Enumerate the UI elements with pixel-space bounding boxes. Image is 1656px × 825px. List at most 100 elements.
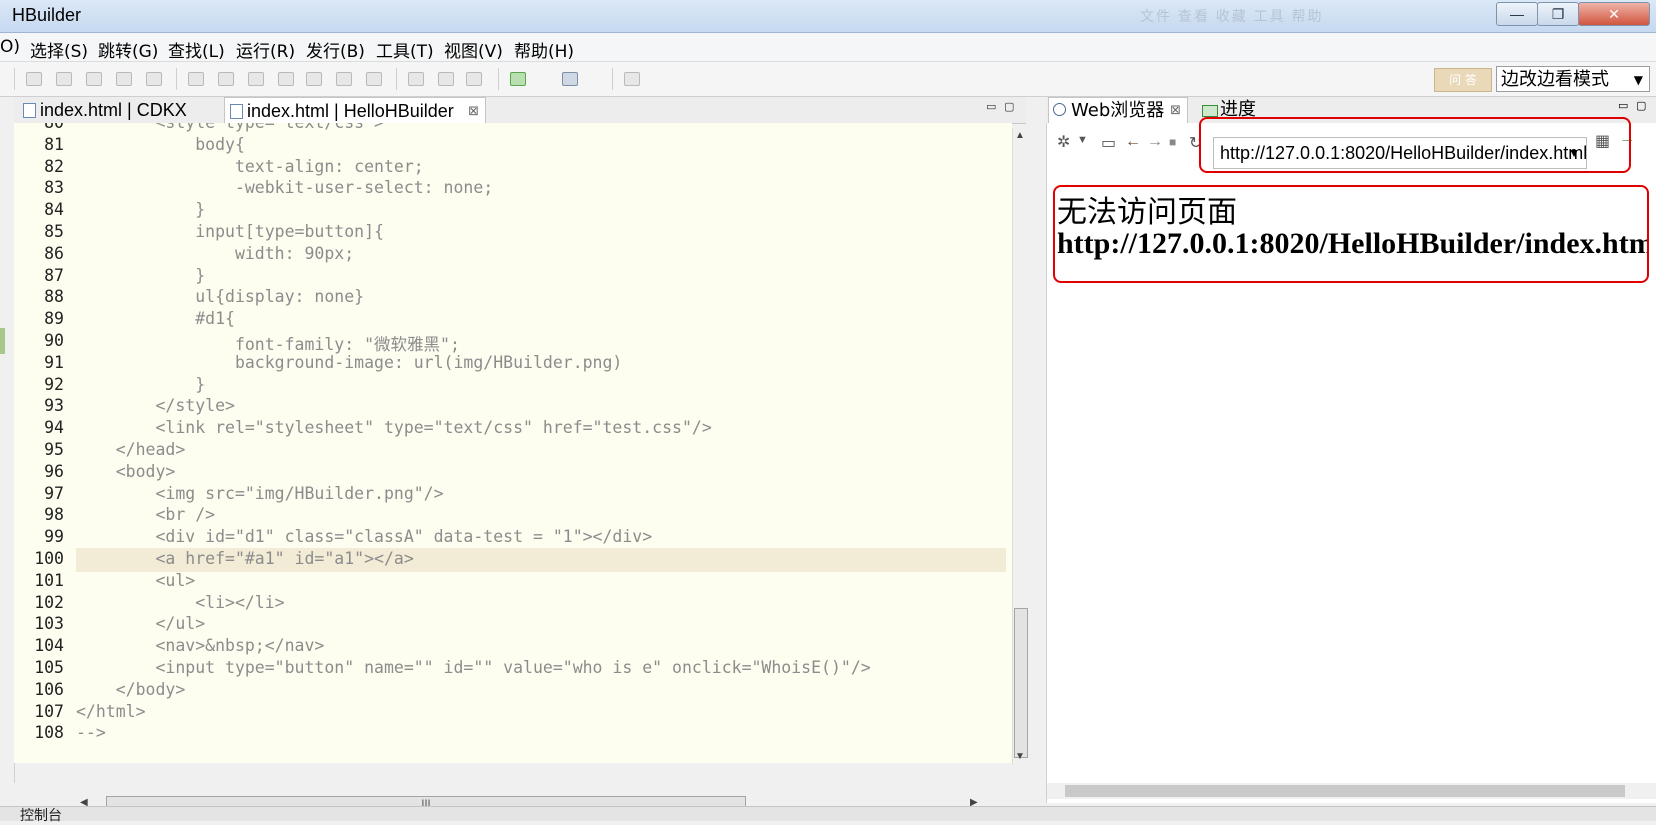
menu-item-tools[interactable]: 工具(T) <box>376 37 434 62</box>
close-button[interactable]: ✕ <box>1578 2 1650 26</box>
close-tab-icon[interactable]: ⊠ <box>468 98 479 124</box>
code-line[interactable]: 92 } <box>14 375 1012 399</box>
menu-item-help[interactable]: 帮助(H) <box>514 37 574 62</box>
editor-vertical-scrollbar[interactable]: ▲ ▼ <box>1012 128 1029 764</box>
code-line[interactable]: 104 <nav>&nbsp;</nav> <box>14 636 1012 660</box>
tab-index-hellohbuilder[interactable]: index.html | HelloHBuilder ⊠ <box>224 97 486 123</box>
line-number: 106 <box>34 679 64 699</box>
maximize-button[interactable]: ❐ <box>1537 2 1579 26</box>
menu-item-run[interactable]: 运行(R) <box>236 37 295 62</box>
line-number: 103 <box>34 614 64 634</box>
view-mode-select[interactable]: 边改边看模式 ▼ <box>1496 66 1650 92</box>
code-line[interactable]: 87 } <box>14 266 1012 290</box>
font-larger-icon[interactable] <box>438 72 454 86</box>
menu-item-view[interactable]: 视图(V) <box>444 37 503 62</box>
menu-item-find[interactable]: 查找(L) <box>168 37 225 62</box>
globe-icon <box>1053 103 1066 116</box>
align-center-icon[interactable] <box>56 72 72 86</box>
code-text: } <box>76 374 206 394</box>
scroll-up-icon[interactable]: ▲ <box>1015 130 1025 141</box>
browser-horizontal-scrollbar[interactable] <box>1047 783 1656 799</box>
tab-console[interactable]: 控制台 <box>20 805 62 825</box>
chevron-down-icon[interactable]: ▼ <box>1077 134 1088 146</box>
run-icon[interactable] <box>510 72 526 86</box>
bookmark-icon[interactable] <box>188 72 204 86</box>
menu-item-publish[interactable]: 发行(B) <box>306 37 365 62</box>
tab-web-browser[interactable]: Web浏览器 ⊠ <box>1048 97 1188 123</box>
line-number: 85 <box>44 222 64 241</box>
format-icon[interactable] <box>336 72 352 86</box>
comment-icon[interactable] <box>366 72 382 86</box>
code-line[interactable]: 86 width: 90px; <box>14 244 1012 268</box>
code-line[interactable]: 95 </head> <box>14 440 1012 464</box>
tab-label: index.html | HelloHBuilder <box>247 101 454 121</box>
stop-icon[interactable]: ■ <box>1169 135 1176 149</box>
line-number: 108 <box>34 723 64 743</box>
line-number: 88 <box>44 287 64 307</box>
code-line[interactable]: 83 -webkit-user-select: none; <box>14 178 1012 202</box>
scrollbar-thumb[interactable] <box>1065 785 1625 797</box>
code-line[interactable]: 81 body{ <box>14 135 1012 159</box>
code-line[interactable]: 107 </html> <box>14 702 1012 726</box>
menu-item-goto[interactable]: 跳转(G) <box>98 37 158 62</box>
new-file-icon[interactable] <box>218 72 234 86</box>
browser-maximize-icon[interactable]: ▢ <box>1636 99 1646 112</box>
code-line[interactable]: 90 font-family: "微软雅黑"; <box>14 331 1012 355</box>
editor-maximize-icon[interactable]: ▢ <box>1004 100 1014 113</box>
answer-button[interactable]: 问 答 <box>1434 68 1492 92</box>
code-line[interactable]: 105 <input type="button" name="" id="" v… <box>14 658 1012 682</box>
browser-icon[interactable] <box>562 72 578 86</box>
code-line[interactable]: 106 </body> <box>14 680 1012 704</box>
code-line[interactable]: 88 ul{display: none} <box>14 287 1012 311</box>
code-line[interactable]: 96 <body> <box>14 462 1012 486</box>
console-icon[interactable]: ▭ <box>1101 133 1116 153</box>
code-line[interactable]: 91 background-image: url(img/HBuilder.pn… <box>14 353 1012 377</box>
save-all-icon[interactable] <box>146 72 162 86</box>
code-line[interactable]: 89 #d1{ <box>14 309 1012 333</box>
close-tab-icon[interactable]: ⊠ <box>1170 98 1181 124</box>
code-line[interactable]: 97 <img src="img/HBuilder.png"/> <box>14 484 1012 508</box>
code-text: #d1{ <box>76 309 235 329</box>
font-smaller-icon[interactable] <box>466 72 482 86</box>
menu-item-other[interactable]: O) <box>0 37 20 57</box>
forward-arrow-icon[interactable]: → <box>1147 133 1163 151</box>
back-arrow-icon[interactable]: ← <box>1125 133 1141 151</box>
code-line[interactable]: 85 input[type=button]{ <box>14 222 1012 246</box>
code-text: </ul> <box>76 614 206 634</box>
open-file-icon[interactable] <box>248 72 264 86</box>
indent-icon[interactable] <box>278 72 294 86</box>
paragraph-icon[interactable] <box>408 72 424 86</box>
code-line[interactable]: 101 <ul> <box>14 571 1012 595</box>
align-left-icon[interactable] <box>26 72 42 86</box>
code-line[interactable]: 82 text-align: center; <box>14 157 1012 181</box>
code-line[interactable]: 98 <br /> <box>14 505 1012 529</box>
code-line[interactable]: 103 </ul> <box>14 614 1012 638</box>
code-text: } <box>76 265 206 285</box>
tab-index-cdkx[interactable]: index.html | CDKX <box>18 97 218 123</box>
code-line[interactable]: 94 <link rel="stylesheet" type="text/css… <box>14 418 1012 442</box>
scroll-down-icon[interactable]: ▼ <box>1015 751 1025 762</box>
minimize-button[interactable]: — <box>1496 2 1538 26</box>
code-line[interactable]: 84 } <box>14 200 1012 224</box>
line-number: 101 <box>34 570 64 590</box>
table-icon[interactable] <box>86 72 102 86</box>
gear-icon[interactable]: ✲ <box>1057 132 1070 152</box>
html-file-icon <box>23 103 36 118</box>
code-line[interactable]: 93 </style> <box>14 396 1012 420</box>
menu-item-select[interactable]: 选择(S) <box>30 37 88 62</box>
download-icon[interactable] <box>624 72 640 86</box>
code-text: width: 90px; <box>76 243 355 263</box>
code-line[interactable]: 108 --> <box>14 723 1012 747</box>
scrollbar-thumb[interactable] <box>1014 608 1028 758</box>
code-text: <img src="img/HBuilder.png"/> <box>76 483 444 503</box>
code-text: </head> <box>76 440 186 459</box>
outdent-icon[interactable] <box>306 72 322 86</box>
line-number: 81 <box>44 134 64 154</box>
code-line[interactable]: 100 <a href="#a1" id="a1"></a> <box>14 548 1012 573</box>
grid-icon[interactable] <box>116 72 132 86</box>
browser-minimize-icon[interactable]: ▭ <box>1618 99 1628 112</box>
editor-minimize-icon[interactable]: ▭ <box>986 100 996 113</box>
code-editor[interactable]: 80 <style type="text/css">81 body{82 tex… <box>14 123 1012 763</box>
code-line[interactable]: 102 <li></li> <box>14 593 1012 617</box>
bottom-panel-bar: 控制台 <box>0 806 1656 824</box>
